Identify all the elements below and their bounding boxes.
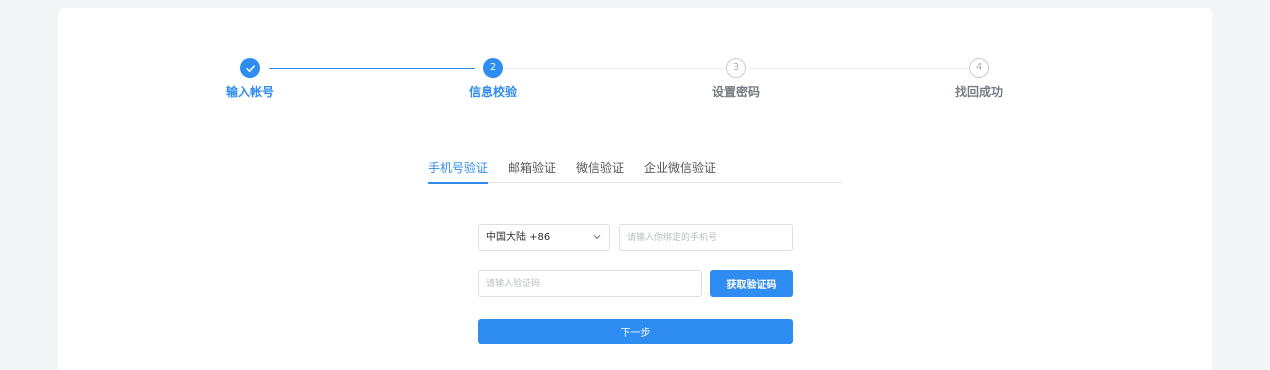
- progress-stepper: 输入帐号 2 信息校验 3 设置密码 4 找回成功: [58, 8, 1212, 118]
- tab-phone[interactable]: 手机号验证: [428, 158, 489, 184]
- step-4-circle: 4: [969, 58, 989, 78]
- step-2-circle: 2: [483, 58, 503, 78]
- region-select-value: 中国大陆 +86: [486, 232, 551, 243]
- step-3-label: 设置密码: [711, 85, 760, 99]
- step-1-label: 输入帐号: [225, 85, 274, 99]
- next-step-button[interactable]: 下一步: [478, 319, 793, 344]
- region-select[interactable]: 中国大陆 +86: [478, 224, 610, 251]
- phone-input[interactable]: [619, 224, 793, 251]
- tab-wechat[interactable]: 微信验证: [576, 158, 624, 183]
- tab-email[interactable]: 邮箱验证: [508, 158, 556, 183]
- step-set-password: 3 设置密码: [676, 58, 796, 100]
- verification-code-input[interactable]: [478, 270, 702, 297]
- step-enter-account: 输入帐号: [190, 58, 310, 100]
- step-verify-info: 2 信息校验: [433, 58, 553, 100]
- step-4-label: 找回成功: [954, 85, 1003, 99]
- verification-tabs: 手机号验证 邮箱验证 微信验证 企业微信验证: [428, 158, 843, 184]
- step-3-circle: 3: [726, 58, 746, 78]
- recovery-card: 输入帐号 2 信息校验 3 设置密码 4 找回成功 手机号验证 邮箱验证 微信验…: [58, 8, 1212, 370]
- check-icon: [245, 64, 255, 72]
- get-code-button[interactable]: 获取验证码: [710, 270, 793, 297]
- step-recovered: 4 找回成功: [919, 58, 1039, 100]
- tab-wecom[interactable]: 企业微信验证: [644, 158, 716, 183]
- step-1-circle: [240, 58, 260, 78]
- chevron-down-icon: [593, 235, 601, 239]
- step-2-label: 信息校验: [468, 85, 517, 99]
